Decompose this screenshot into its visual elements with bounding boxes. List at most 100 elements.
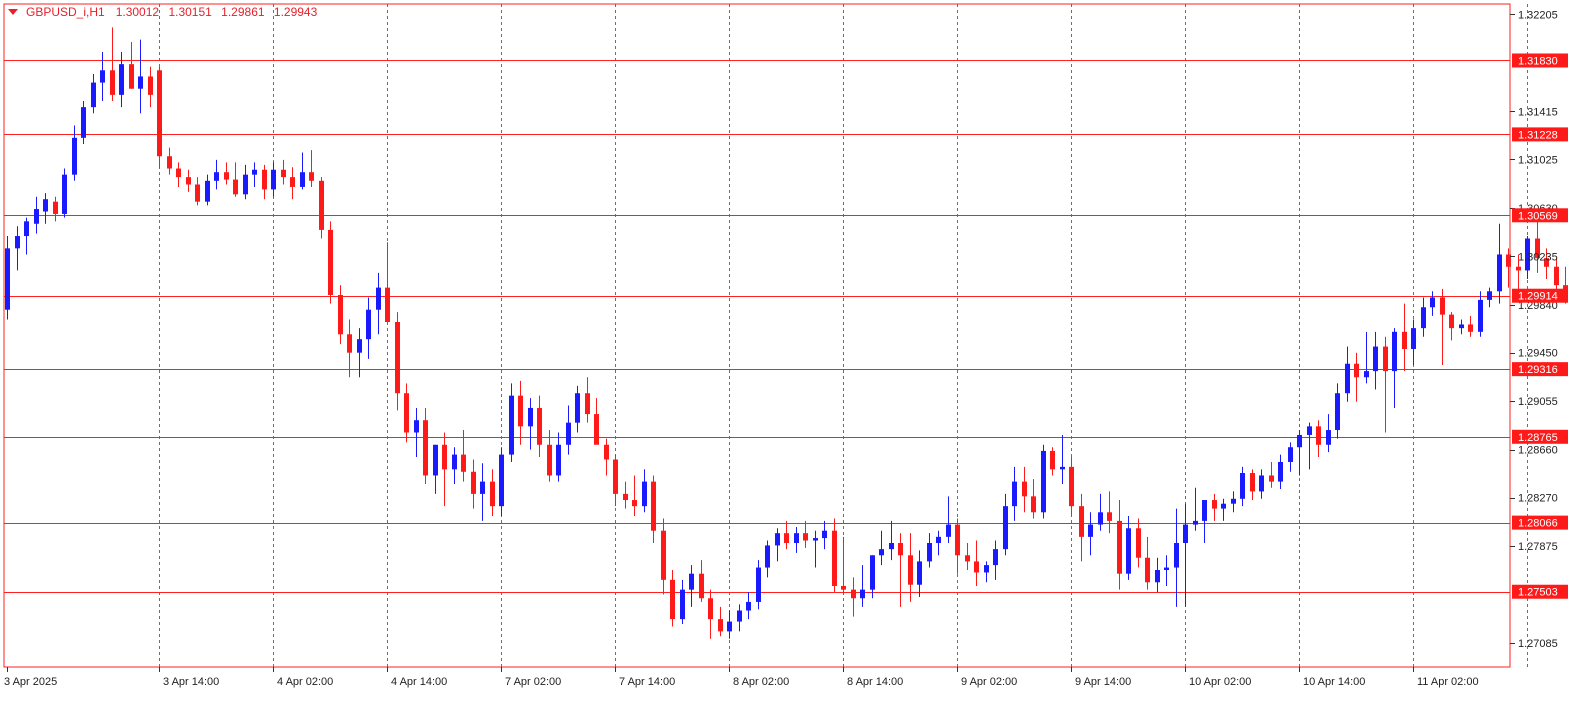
candle [1098, 493, 1103, 531]
candle-body [784, 533, 789, 543]
candle-body [699, 573, 704, 599]
candle [1136, 518, 1141, 568]
candle-body [566, 422, 571, 445]
candle [214, 159, 219, 190]
candle-body [81, 107, 86, 138]
x-tick-label: 3 Apr 14:00 [163, 676, 219, 688]
candle-body [243, 174, 248, 195]
candle-body [1316, 426, 1321, 445]
candle [1079, 493, 1084, 562]
candle [775, 528, 780, 562]
candle [5, 236, 10, 320]
candle-body [290, 177, 295, 187]
candle-body [841, 585, 846, 590]
candle-body [1193, 520, 1198, 525]
candle [927, 533, 932, 568]
candle-body [205, 180, 210, 202]
candle [1326, 414, 1331, 453]
candle-body [509, 395, 514, 455]
candle-body [1126, 528, 1131, 574]
candle [680, 579, 685, 625]
candle-body [632, 500, 637, 507]
candle-body [803, 533, 808, 541]
candle-body [1202, 500, 1207, 521]
candle [1402, 303, 1407, 372]
candle-body [1041, 450, 1046, 513]
candle [556, 432, 561, 482]
candle [1345, 346, 1350, 402]
collapse-triangle-icon[interactable] [8, 9, 18, 15]
candle-body [708, 598, 713, 620]
axes: 1.322051.314151.310251.306301.302351.298… [3, 3, 1568, 688]
candle [965, 542, 970, 571]
candle [1126, 515, 1131, 580]
x-tick-label: 4 Apr 02:00 [277, 676, 333, 688]
candle-body [765, 545, 770, 568]
level-price-label: 1.31830 [1518, 55, 1558, 67]
candle [224, 162, 229, 185]
candle-body [319, 180, 324, 230]
candle [1022, 466, 1027, 513]
candle [699, 560, 704, 602]
candle [889, 520, 894, 561]
candle-body [129, 64, 134, 89]
candle [1250, 469, 1255, 501]
x-tick-label: 8 Apr 14:00 [847, 676, 903, 688]
candle-body [404, 393, 409, 433]
candlestick-chart-svg[interactable]: 1.322051.314151.310251.306301.302351.298… [0, 0, 1586, 703]
candle-body [889, 542, 894, 550]
candle-body [414, 420, 419, 433]
candle [1487, 287, 1492, 308]
y-tick-label: 1.30235 [1518, 251, 1558, 263]
level-price-label: 1.27503 [1518, 587, 1558, 599]
candle [1373, 331, 1378, 390]
candle-body [1440, 297, 1445, 315]
candle [176, 162, 181, 187]
candle [822, 520, 827, 550]
candle-body [5, 248, 10, 310]
candle-body [1354, 363, 1359, 378]
candle-body [1335, 393, 1340, 431]
candle-body [604, 444, 609, 460]
candle-body [119, 64, 124, 95]
candle-body [423, 420, 428, 476]
candle [566, 405, 571, 455]
candle-body [138, 76, 143, 89]
candle-body [822, 530, 827, 539]
level-price-label: 1.29914 [1518, 291, 1558, 303]
candle-body [1269, 475, 1274, 482]
candle [1221, 498, 1226, 521]
candle [803, 520, 808, 548]
candle [1107, 491, 1112, 534]
candle-body [1297, 434, 1302, 448]
candle [1354, 352, 1359, 402]
candle [404, 383, 409, 443]
candle-body [271, 169, 276, 190]
y-tick-label: 1.29055 [1518, 396, 1558, 408]
candle-body [528, 407, 533, 427]
level-price-label: 1.28765 [1518, 432, 1558, 444]
candle-body [471, 471, 476, 494]
candle-body [1212, 500, 1217, 509]
level-price-label: 1.29316 [1518, 364, 1558, 376]
candle-body [395, 321, 400, 394]
candle [851, 577, 856, 617]
y-tick-label: 1.31415 [1518, 106, 1558, 118]
candle [1240, 466, 1245, 507]
candle [898, 533, 903, 607]
symbol-label: GBPUSD_i,H1 [26, 5, 105, 19]
candle [604, 438, 609, 476]
candle [1259, 469, 1264, 499]
candle-body [661, 530, 666, 580]
candle [1535, 221, 1540, 273]
candle-body [490, 481, 495, 507]
candle [528, 398, 533, 450]
price-chart[interactable]: 1.322051.314151.310251.306301.302351.298… [0, 0, 1586, 703]
candle-body [110, 70, 115, 95]
candle-body [1069, 466, 1074, 507]
candle-body [157, 70, 162, 157]
candle-body [1155, 570, 1160, 583]
y-tick-label: 1.31025 [1518, 154, 1558, 166]
candle [1060, 434, 1065, 485]
candle [1202, 500, 1207, 543]
